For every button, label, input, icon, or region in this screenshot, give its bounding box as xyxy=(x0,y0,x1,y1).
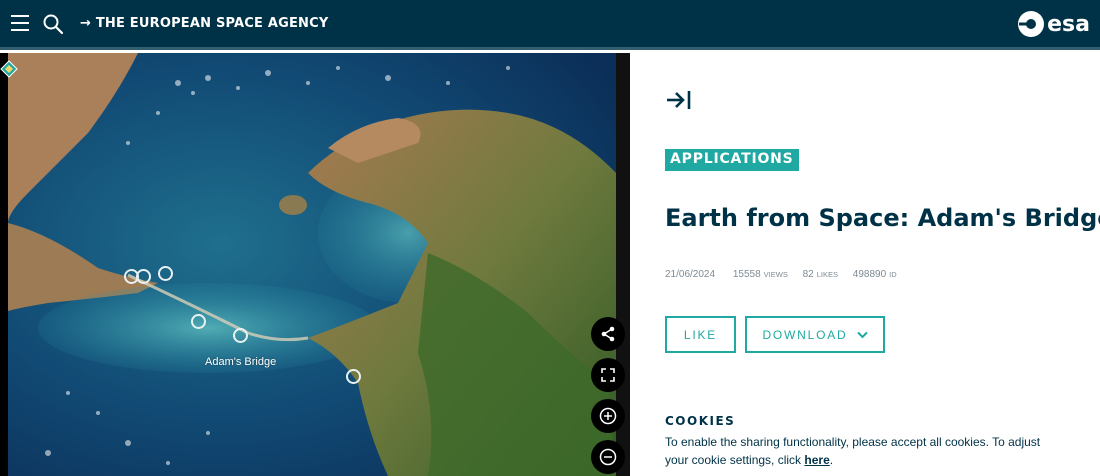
cookies-text: To enable the sharing functionality, ple… xyxy=(665,435,1041,467)
menu-icon[interactable] xyxy=(11,15,31,33)
views-value: 15558 xyxy=(732,269,761,280)
esa-logo[interactable]: esa xyxy=(1017,10,1090,38)
likes-value: 82 xyxy=(802,269,814,280)
category-badge[interactable]: APPLICATIONS xyxy=(665,149,799,171)
views-unit: VIEWS xyxy=(763,270,788,279)
share-icon xyxy=(601,326,615,342)
cookies-message: To enable the sharing functionality, ple… xyxy=(665,433,1065,469)
download-button[interactable]: DOWNLOAD xyxy=(745,316,885,353)
download-button-label: DOWNLOAD xyxy=(762,327,848,342)
id-value: 498890 xyxy=(852,269,887,280)
map-marker[interactable] xyxy=(158,266,173,281)
map-marker[interactable] xyxy=(233,328,248,343)
cookie-settings-link[interactable]: here xyxy=(804,453,829,467)
cookies-text-end: . xyxy=(829,453,834,467)
map-marker[interactable] xyxy=(136,269,151,284)
chevron-down-icon xyxy=(856,331,868,338)
search-icon[interactable] xyxy=(42,13,64,35)
fullscreen-icon xyxy=(601,368,615,382)
page-title: Earth from Space: Adam's Bridge xyxy=(665,204,1100,232)
top-navigation-bar: → THE EUROPEAN SPACE AGENCY esa xyxy=(0,0,1100,50)
fullscreen-button[interactable] xyxy=(591,358,625,392)
map-marker[interactable] xyxy=(346,369,361,384)
date-value: 21/06/2024 xyxy=(665,269,716,280)
zoom-out-button[interactable] xyxy=(591,440,625,474)
collapse-panel-icon[interactable] xyxy=(665,88,693,112)
like-button[interactable]: LIKE xyxy=(665,316,736,353)
compass-icon[interactable] xyxy=(0,60,18,78)
esa-logo-mark-icon xyxy=(1018,11,1045,37)
zoom-in-icon xyxy=(599,407,617,425)
share-button[interactable] xyxy=(591,317,625,351)
satellite-image xyxy=(8,53,616,476)
details-panel: APPLICATIONS Earth from Space: Adam's Br… xyxy=(630,53,1100,476)
zoom-out-icon xyxy=(599,448,617,466)
esa-logo-text: esa xyxy=(1047,11,1090,37)
map-label: Adam's Bridge xyxy=(205,356,277,368)
like-button-label: LIKE xyxy=(683,327,718,342)
image-viewer[interactable]: Adam's Bridge xyxy=(0,53,630,476)
id-unit: ID xyxy=(889,270,897,279)
map-marker[interactable] xyxy=(191,314,206,329)
zoom-in-button[interactable] xyxy=(591,399,625,433)
agency-link[interactable]: → THE EUROPEAN SPACE AGENCY xyxy=(80,16,329,31)
cookies-heading: COOKIES xyxy=(665,414,736,428)
image-metadata: 21/06/2024 15558 VIEWS 82 LIKES 498890 ID xyxy=(665,269,909,280)
likes-unit: LIKES xyxy=(816,270,838,279)
